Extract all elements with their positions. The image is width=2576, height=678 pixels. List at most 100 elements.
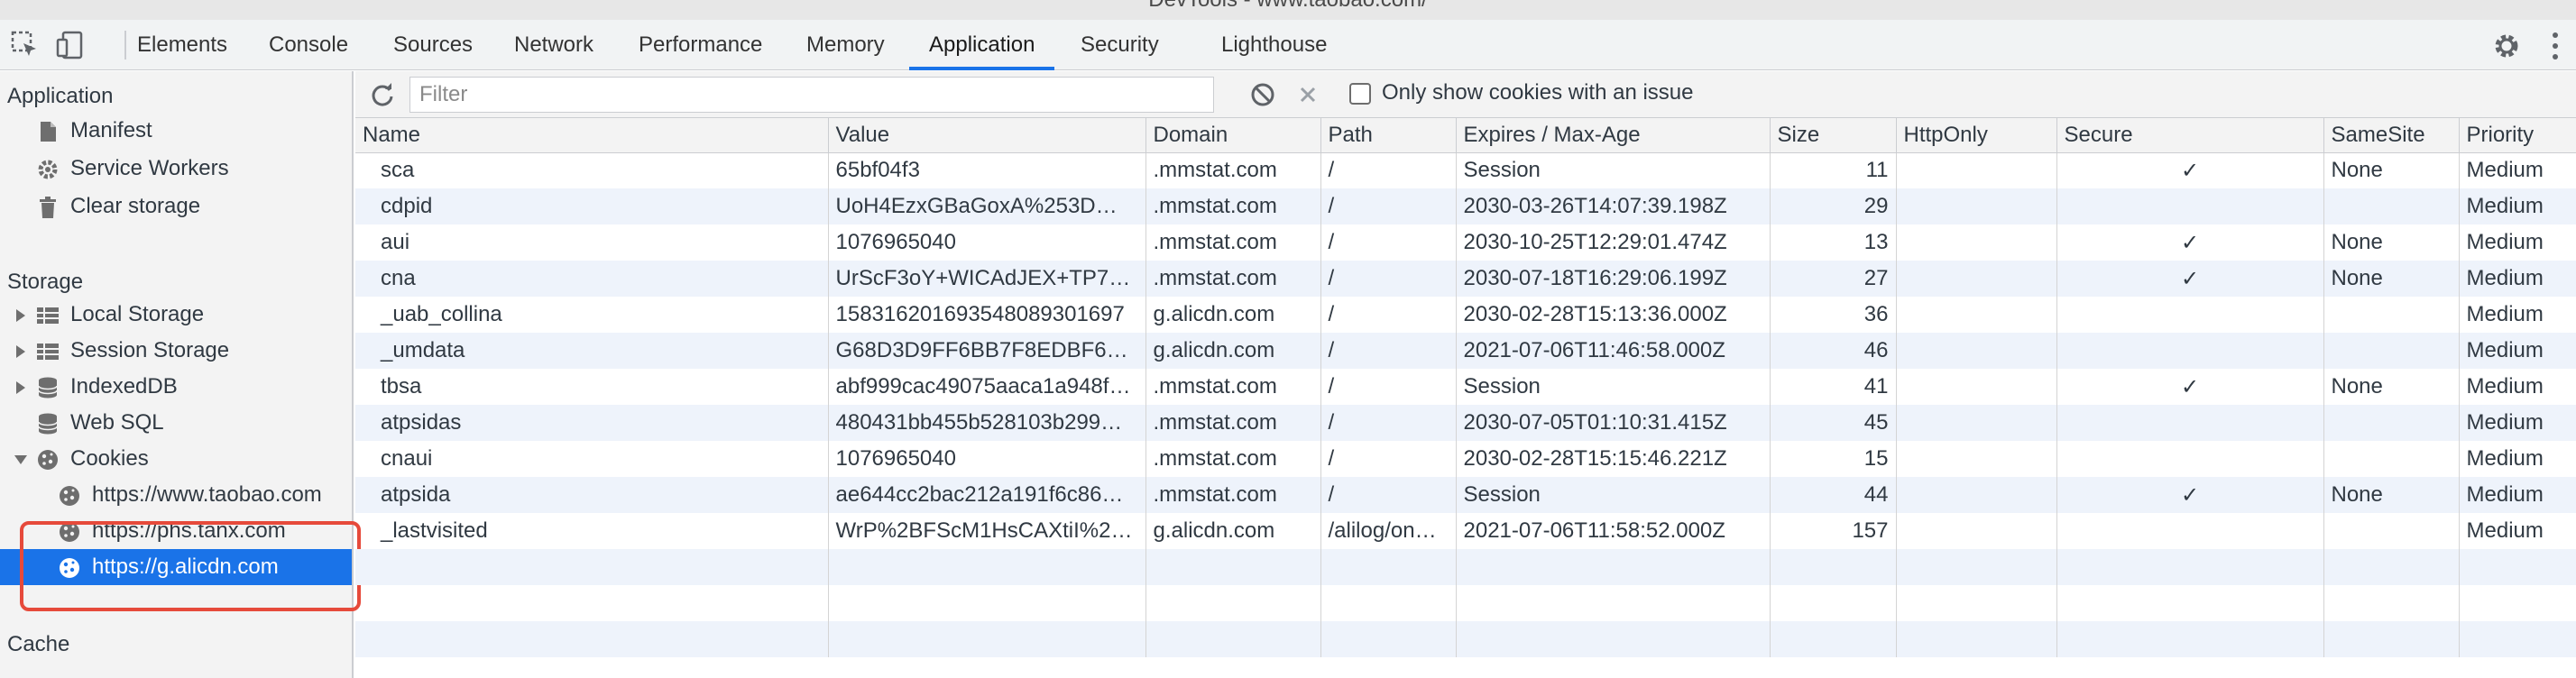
column-header-samesite[interactable]: SameSite [2323, 118, 2460, 153]
table-cell: 2030-07-05T01:10:31.415Z [1456, 405, 1771, 441]
inspect-element-icon[interactable] [9, 29, 41, 61]
column-header-name[interactable]: Name [355, 118, 829, 153]
refresh-icon[interactable] [368, 80, 397, 109]
section-header-storage: Storage [7, 270, 84, 294]
tab-lighthouse[interactable]: Lighthouse [1201, 20, 1347, 70]
only-issues-checkbox[interactable] [1349, 83, 1371, 105]
sidebar-item-local-storage[interactable]: Local Storage [0, 297, 352, 333]
table-cell: Medium [2459, 441, 2576, 477]
tab-performance[interactable]: Performance [619, 20, 782, 70]
sidebar-item-indexeddb[interactable]: IndexedDB [0, 369, 352, 405]
column-header-size[interactable]: Size [1770, 118, 1897, 153]
window-title: DevTools - www.taobao.com/ [0, 0, 2576, 13]
sidebar-item-service-workers[interactable]: Service Workers [0, 151, 352, 187]
table-cell: atpsidas [355, 405, 829, 441]
highlight-annotation-box [20, 521, 361, 611]
table-cell: 2021-07-06T11:58:52.000Z [1456, 513, 1771, 549]
table-cell: cna [355, 261, 829, 297]
only-issues-label: Only show cookies with an issue [1382, 80, 1694, 105]
table-cell: 45 [1770, 405, 1897, 441]
table-cell: 36 [1770, 297, 1897, 333]
column-header-path[interactable]: Path [1320, 118, 1457, 153]
table-cell: Medium [2459, 188, 2576, 224]
column-header-domain[interactable]: Domain [1145, 118, 1321, 153]
table-row[interactable]: cdpid UoH4EzxGBaGoxA%253D… .mmstat.com/203… [355, 188, 2576, 224]
table-cell: _uab_collina [355, 297, 829, 333]
trash-icon [40, 197, 56, 218]
expand-arrow-icon[interactable] [16, 381, 25, 394]
sidebar-item-cookies[interactable]: Cookies [0, 441, 352, 477]
column-header-httponly[interactable]: HttpOnly [1896, 118, 2057, 153]
table-cell: / [1320, 477, 1457, 513]
table-cell-empty [1896, 585, 2057, 621]
collapse-arrow-icon[interactable] [14, 455, 27, 464]
table-cell-empty [2056, 621, 2324, 657]
table-cell: / [1320, 297, 1457, 333]
sidebar-item-session-storage[interactable]: Session Storage [0, 333, 352, 369]
sidebar-item-clear-storage[interactable]: Clear storage [0, 188, 352, 224]
tab-sources[interactable]: Sources [373, 20, 492, 70]
delete-selected-icon[interactable] [1293, 80, 1322, 109]
device-toolbar-icon[interactable] [54, 29, 87, 61]
table-cell: tbsa [355, 369, 829, 405]
sidebar-item-label: Clear storage [70, 194, 201, 218]
clear-all-icon[interactable] [1248, 80, 1277, 109]
table-cell: .mmstat.com [1145, 261, 1321, 297]
table-cell: sca [355, 152, 829, 188]
table-cell: / [1320, 441, 1457, 477]
table-cell: / [1320, 152, 1457, 188]
table-row[interactable]: sca 65bf04f3 .mmstat.com / Session 11 ✓ None Med… [355, 152, 2576, 188]
table-row[interactable]: atpsidas 480431bb455b528103b299… .mmstat.c… [355, 405, 2576, 441]
table-cell: .mmstat.com [1145, 224, 1321, 261]
table-cell [2056, 333, 2324, 369]
settings-gear-icon[interactable] [2491, 31, 2522, 61]
sidebar-item-label: Cookies [70, 446, 149, 471]
table-cell: 480431bb455b528103b299… [828, 405, 1146, 441]
column-header-value[interactable]: Value [828, 118, 1146, 153]
table-cell: /alilog/on… [1320, 513, 1457, 549]
column-header-expires-max-age[interactable]: Expires / Max-Age [1456, 118, 1771, 153]
filter-input[interactable] [409, 77, 1214, 113]
column-header-priority[interactable]: Priority [2459, 118, 2576, 153]
sidebar-item-web-sql[interactable]: Web SQL [0, 405, 352, 441]
table-row[interactable]: _umdata G68D3D9FF6BB7F8EDBF68… g.alicdn.co… [355, 333, 2576, 369]
tab-network[interactable]: Network [494, 20, 613, 70]
table-cell-empty [1456, 549, 1771, 585]
table-cell-empty [2323, 585, 2460, 621]
table-cell: Medium [2459, 261, 2576, 297]
column-header-secure[interactable]: Secure [2056, 118, 2324, 153]
tab-memory[interactable]: Memory [787, 20, 905, 70]
table-row[interactable]: _lastvisited WrP%2BFScM1HsCAXtiI%2… g.alic… [355, 513, 2576, 549]
table-cell: None [2323, 224, 2460, 261]
expand-arrow-icon[interactable] [16, 309, 25, 322]
more-options-icon[interactable] [2551, 32, 2560, 61]
table-row[interactable]: cnaui 1076965040 .mmstat.com/2030-02-28T15… [355, 441, 2576, 477]
table-cell [2056, 441, 2324, 477]
cookies-table-container: Name Value Domain Path Expires / Max-Age Size… [355, 118, 2576, 678]
database-icon [38, 413, 58, 435]
table-row[interactable]: cna UrScF3oY+WICAdJEX+TP7… .mmstat.com/203… [355, 261, 2576, 297]
table-cell [2323, 513, 2460, 549]
table-row[interactable]: _uab_collina 158316201693548089301697 g.al… [355, 297, 2576, 333]
tab-elements[interactable]: Elements [117, 20, 247, 70]
sidebar-item-manifest[interactable]: Manifest [0, 113, 352, 149]
tab-application[interactable]: Application [909, 20, 1055, 70]
table-row[interactable]: aui 1076965040 .mmstat.com/2030-10-25T12:2… [355, 224, 2576, 261]
table-cell: Medium [2459, 333, 2576, 369]
table-cell: .mmstat.com [1145, 441, 1321, 477]
sidebar-item-label: https://www.taobao.com [92, 482, 322, 507]
table-cell [2323, 297, 2460, 333]
table-row[interactable]: tbsa abf999cac49075aaca1a948f… .mmstat.com… [355, 369, 2576, 405]
table-cell-empty [1896, 621, 2057, 657]
tab-console[interactable]: Console [249, 20, 368, 70]
tab-security[interactable]: Security [1061, 20, 1179, 70]
sidebar-item-cookie-origin[interactable]: https://www.taobao.com [0, 477, 352, 513]
expand-arrow-icon[interactable] [16, 345, 25, 358]
table-cell: 46 [1770, 333, 1897, 369]
table-cell-empty [1145, 549, 1321, 585]
table-cell: ✓ [2056, 369, 2324, 405]
table-cell: _lastvisited [355, 513, 829, 549]
table-cell-empty [1770, 549, 1897, 585]
table-cell [1896, 513, 2057, 549]
table-row[interactable]: atpsida ae644cc2bac212a191f6c86… .mmstat.c… [355, 477, 2576, 513]
